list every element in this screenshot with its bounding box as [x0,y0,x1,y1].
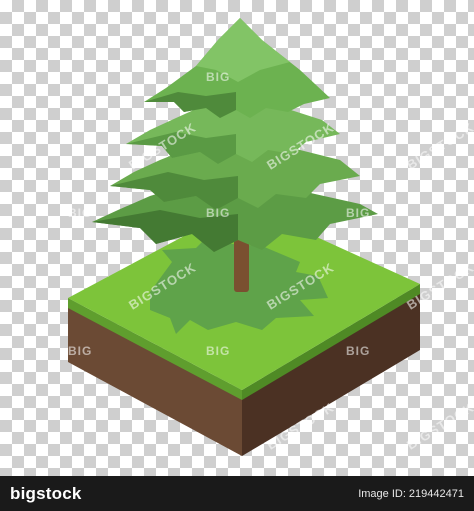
isometric-tree-illustration [68,18,420,456]
footer-bar: bigstock Image ID: 219442471 [0,476,474,511]
image-id-label: Image ID: 219442471 [358,487,464,500]
tree-trunk [234,236,249,292]
transparent-checkerboard-background: BIG BIG BIG BIG BIG BIG BIG BIGSTOCK BIG… [0,0,474,476]
bigstock-logo[interactable]: bigstock [10,484,82,504]
